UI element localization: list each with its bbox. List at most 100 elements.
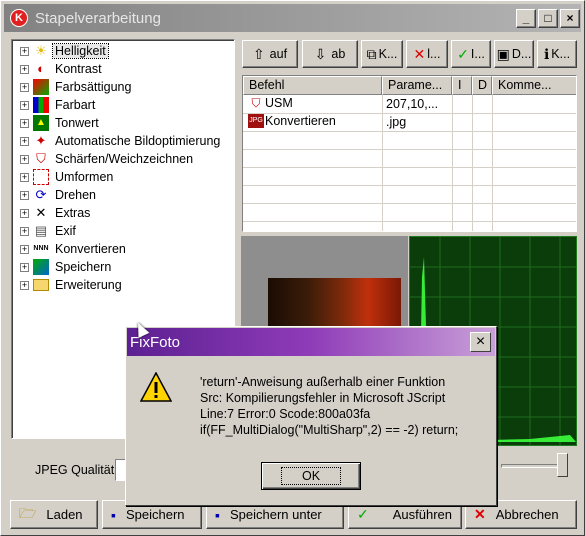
tree-item-exif[interactable]: + ▤ Exif <box>20 222 78 240</box>
tree-item-label: Farbart <box>55 98 96 112</box>
maximize-button[interactable]: □ <box>538 9 558 28</box>
expand-icon[interactable]: + <box>20 118 29 128</box>
tree-item-farbsaettigung[interactable]: + Farbsättigung <box>20 78 133 96</box>
command-table[interactable]: Befehl Parame... I D Komme... ⛉ USM 207,1… <box>242 75 577 232</box>
column-header-befehl[interactable]: Befehl <box>243 76 382 95</box>
row-divider <box>243 167 576 168</box>
delete-icon: ✕ <box>413 45 426 62</box>
auto-optimize-icon: ✦ <box>35 133 47 148</box>
title-bar[interactable]: K Stapelverarbeitung _ □ × <box>4 4 581 32</box>
expand-icon[interactable]: + <box>20 226 29 236</box>
d-label: D... <box>511 47 532 61</box>
tree-item-auto-optimize[interactable]: + ✦ Automatische Bildoptimierung <box>20 132 222 150</box>
dialog-close-button[interactable]: × <box>470 332 491 352</box>
expand-icon[interactable]: + <box>20 208 29 218</box>
expand-icon[interactable]: + <box>20 190 29 200</box>
tree-item-label: Umformen <box>55 170 114 184</box>
ok-button[interactable]: OK <box>261 462 361 490</box>
tree-item-helligkeit[interactable]: + ☀ Helligkeit <box>20 42 109 60</box>
row-divider <box>243 221 576 222</box>
tree-item-schaerfen[interactable]: + ⛉ Schärfen/Weichzeichnen <box>20 150 195 168</box>
save-icon <box>33 259 49 275</box>
tree-item-konvertieren[interactable]: + NNN Konvertieren <box>20 240 128 258</box>
check-label: I... <box>470 47 485 61</box>
expand-icon[interactable]: + <box>20 280 29 290</box>
extras-icon: ✕ <box>35 205 47 220</box>
message-line: Src: Kompilierungsfehler in Microsoft JS… <box>200 391 446 405</box>
minimize-button[interactable]: _ <box>516 9 536 28</box>
save-under-label: Speichern unter <box>229 507 322 522</box>
move-down-button[interactable]: ⇩ ab <box>302 40 358 68</box>
sharpen-icon: ⛉ <box>36 151 46 166</box>
cancel-x-icon: ✕ <box>474 506 486 522</box>
tree-item-label: Erweiterung <box>55 278 122 292</box>
tree-item-drehen[interactable]: + ⟳ Drehen <box>20 186 98 204</box>
row-params: 207,10,... <box>386 97 439 111</box>
row-params: .jpg <box>386 115 407 129</box>
contrast-icon: ◐ <box>37 61 45 76</box>
message-line: 'return'-Anweisung außerhalb einer Funkt… <box>200 375 446 389</box>
dialog-title-bar[interactable]: FixFoto × <box>127 328 495 356</box>
error-dialog: FixFoto × 'return'-Anweisung außerhalb e… <box>125 326 497 506</box>
tree-item-extras[interactable]: + ✕ Extras <box>20 204 92 222</box>
load-button[interactable]: 🗁 Laden <box>10 500 98 529</box>
delete-button[interactable]: ✕ l... <box>406 40 448 68</box>
message-line: if(FF_MultiDialog("MultiSharp",2) == -2)… <box>200 423 459 437</box>
jpg-icon: JPG <box>248 114 264 128</box>
tonal-icon: ▲ <box>33 115 49 131</box>
copy-button[interactable]: ⧉ K... <box>361 40 403 68</box>
row-command: Konvertieren <box>265 114 336 128</box>
column-header-i[interactable]: I <box>452 76 472 95</box>
tree-item-kontrast[interactable]: + ◐ Kontrast <box>20 60 104 78</box>
delete-label: l... <box>427 47 441 61</box>
expand-icon[interactable]: + <box>20 136 29 146</box>
tree-item-label: Konvertieren <box>55 242 126 256</box>
tree-item-label: Schärfen/Weichzeichnen <box>55 152 194 166</box>
expand-icon[interactable]: + <box>20 100 29 110</box>
table-row[interactable]: JPG Konvertieren .jpg <box>243 113 576 131</box>
expand-icon[interactable]: + <box>20 82 29 92</box>
gallery-icon: ▣ <box>496 45 510 62</box>
tree-item-label: Tonwert <box>55 116 99 130</box>
expand-icon[interactable]: + <box>20 46 29 56</box>
column-header-kommentar[interactable]: Komme... <box>492 76 576 95</box>
tree-item-umformen[interactable]: + Umformen <box>20 168 115 186</box>
tree-item-label: Drehen <box>55 188 96 202</box>
checkmark-icon: ✓ <box>357 506 369 522</box>
tree-item-label: Extras <box>55 206 91 220</box>
tree-item-erweiterung[interactable]: + Erweiterung <box>20 276 124 294</box>
table-row[interactable]: ⛉ USM 207,10,... <box>243 95 576 113</box>
expand-icon[interactable]: + <box>20 154 29 164</box>
column-header-d[interactable]: D <box>472 76 492 95</box>
tree-item-farbart[interactable]: + Farbart <box>20 96 97 114</box>
expand-icon[interactable]: + <box>20 262 29 272</box>
tree-item-speichern[interactable]: + Speichern <box>20 258 113 276</box>
floppy-icon: ▪ <box>215 506 220 523</box>
expand-icon[interactable]: + <box>20 244 29 254</box>
jpeg-quality-label: JPEG Qualität <box>35 463 115 477</box>
expand-icon[interactable]: + <box>20 172 29 182</box>
open-folder-icon: 🗁 <box>19 504 37 521</box>
column-header-parameter[interactable]: Parame... <box>382 76 452 95</box>
quality-slider-thumb[interactable] <box>557 453 568 477</box>
folder-icon <box>33 279 49 291</box>
d-button[interactable]: ▣ D... <box>494 40 534 68</box>
sun-icon: ☀ <box>35 43 47 58</box>
info-button[interactable]: ℹ K... <box>537 40 577 68</box>
table-header: Befehl Parame... I D Komme... <box>243 76 576 95</box>
move-up-label: auf <box>269 47 288 61</box>
tree-item-label: Exif <box>55 224 76 238</box>
row-command: USM <box>265 96 293 110</box>
close-button[interactable]: × <box>560 9 580 28</box>
save-label: Speichern <box>125 507 185 522</box>
tree-item-tonwert[interactable]: + ▲ Tonwert <box>20 114 101 132</box>
ok-label: OK <box>280 467 342 485</box>
info-icon: ℹ <box>543 45 550 62</box>
exif-icon: ▤ <box>34 223 48 238</box>
run-label: Ausführen <box>392 507 452 522</box>
move-up-button[interactable]: ⇧ auf <box>242 40 298 68</box>
transform-icon <box>33 169 49 185</box>
check-button[interactable]: ✓ I... <box>451 40 491 68</box>
expand-icon[interactable]: + <box>20 64 29 74</box>
quality-slider-track[interactable] <box>501 464 563 468</box>
